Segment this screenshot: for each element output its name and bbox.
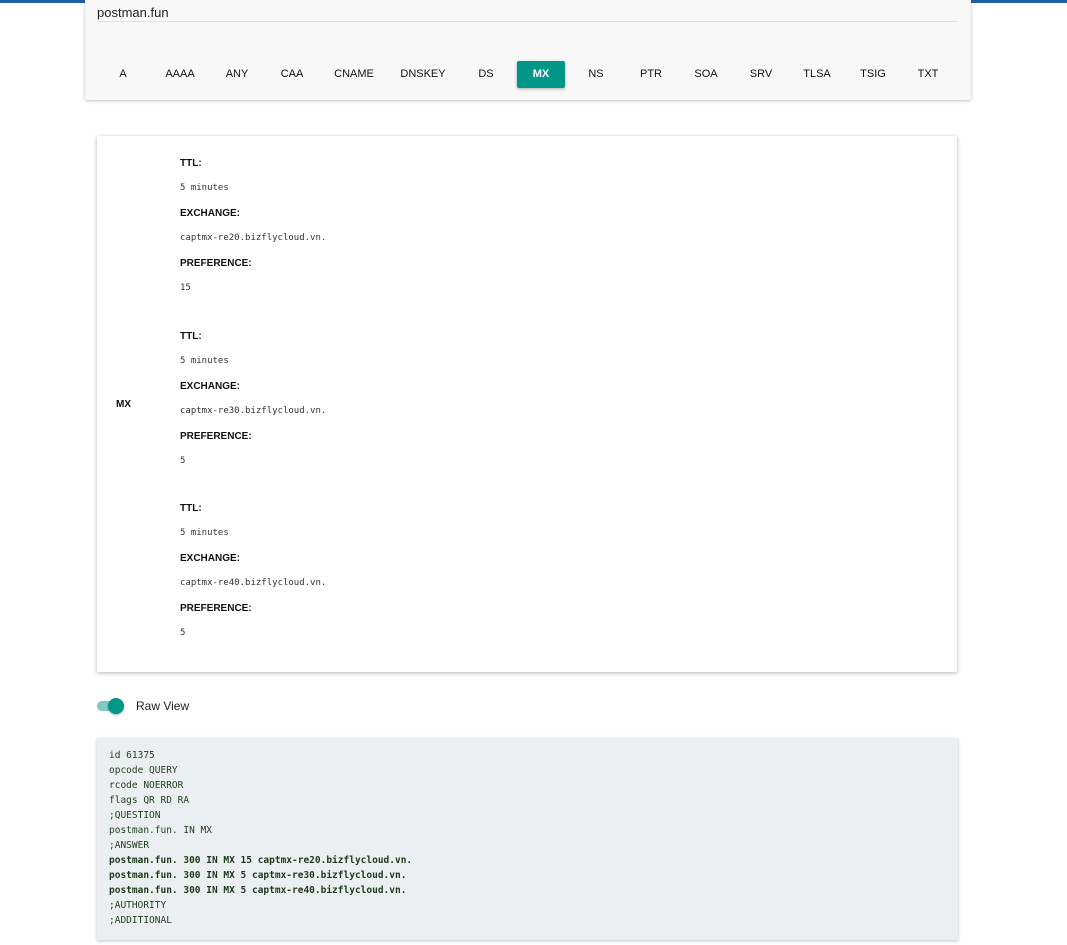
preference-value: 15 xyxy=(180,283,191,293)
ttl-value: 5 minutes xyxy=(180,356,229,366)
raw-line: opcode QUERY xyxy=(109,765,178,776)
tab-txt[interactable]: TXT xyxy=(900,61,956,88)
tab-any[interactable]: ANY xyxy=(209,61,265,88)
tab-soa[interactable]: SOA xyxy=(678,61,734,88)
raw-line: ;AUTHORITY xyxy=(109,900,167,911)
ttl-value: 5 minutes xyxy=(180,183,229,193)
result-card: MX TTL: 5 minutes EXCHANGE: captmx-re20.biz… xyxy=(97,136,957,672)
preference-value: 5 xyxy=(180,456,186,466)
raw-line: postman.fun. 300 IN MX 5 captmx-re30.biz… xyxy=(109,870,407,881)
preference-value: 5 xyxy=(180,628,186,638)
exchange-label: EXCHANGE: xyxy=(180,381,241,392)
tab-srv[interactable]: SRV xyxy=(733,61,789,88)
tab-ns[interactable]: NS xyxy=(568,61,624,88)
preference-label: PREFERENCE: xyxy=(180,431,252,442)
raw-line: ;ANSWER xyxy=(109,840,150,851)
ttl-label: TTL: xyxy=(180,331,202,342)
tab-ptr[interactable]: PTR xyxy=(623,61,679,88)
raw-output-panel: id 61375 opcode QUERY rcode NOERROR flags Q… xyxy=(97,738,958,940)
raw-line: flags QR RD RA xyxy=(109,795,190,806)
raw-line: postman.fun. IN MX xyxy=(109,825,212,836)
preference-label: PREFERENCE: xyxy=(180,603,252,614)
exchange-value: captmx-re40.bizflycloud.vn. xyxy=(180,578,327,588)
tab-caa[interactable]: CAA xyxy=(264,61,320,88)
raw-line: postman.fun. 300 IN MX 5 captmx-re40.biz… xyxy=(109,885,407,896)
raw-view-toggle[interactable] xyxy=(97,698,125,714)
record-type-tabs: A AAAA ANY CAA CNAME DNSKEY DS MX NS PTR SOA SRV TLS… xyxy=(85,61,971,88)
raw-line: id 61375 xyxy=(109,750,155,761)
record-type-label: MX xyxy=(116,399,131,410)
raw-line: ;ADDITIONAL xyxy=(109,915,172,926)
exchange-value: captmx-re20.bizflycloud.vn. xyxy=(180,233,327,243)
tab-ds[interactable]: DS xyxy=(458,61,514,88)
raw-line: rcode NOERROR xyxy=(109,780,184,791)
raw-line: postman.fun. 300 IN MX 15 captmx-re20.bi… xyxy=(109,855,413,866)
exchange-value: captmx-re30.bizflycloud.vn. xyxy=(180,406,327,416)
exchange-label: EXCHANGE: xyxy=(180,553,241,564)
preference-label: PREFERENCE: xyxy=(180,258,252,269)
toggle-thumb xyxy=(108,698,124,714)
ttl-label: TTL: xyxy=(180,503,202,514)
domain-input[interactable] xyxy=(97,4,957,22)
tab-tsig[interactable]: TSIG xyxy=(845,61,901,88)
exchange-label: EXCHANGE: xyxy=(180,208,241,219)
tab-tlsa[interactable]: TLSA xyxy=(789,61,845,88)
tab-mx[interactable]: MX xyxy=(517,61,565,88)
ttl-value: 5 minutes xyxy=(180,528,229,538)
ttl-label: TTL: xyxy=(180,158,202,169)
tab-aaaa[interactable]: AAAA xyxy=(152,61,208,88)
raw-line: ;QUESTION xyxy=(109,810,161,821)
tab-dnskey[interactable]: DNSKEY xyxy=(395,61,451,88)
tab-cname[interactable]: CNAME xyxy=(326,61,382,88)
query-card: AAAAAANYCAACNAMEDNSKEYDSMXNSPTRSOASRVTLS… xyxy=(85,0,971,100)
tab-a[interactable]: A xyxy=(95,61,151,88)
raw-view-label: Raw View xyxy=(136,699,190,713)
